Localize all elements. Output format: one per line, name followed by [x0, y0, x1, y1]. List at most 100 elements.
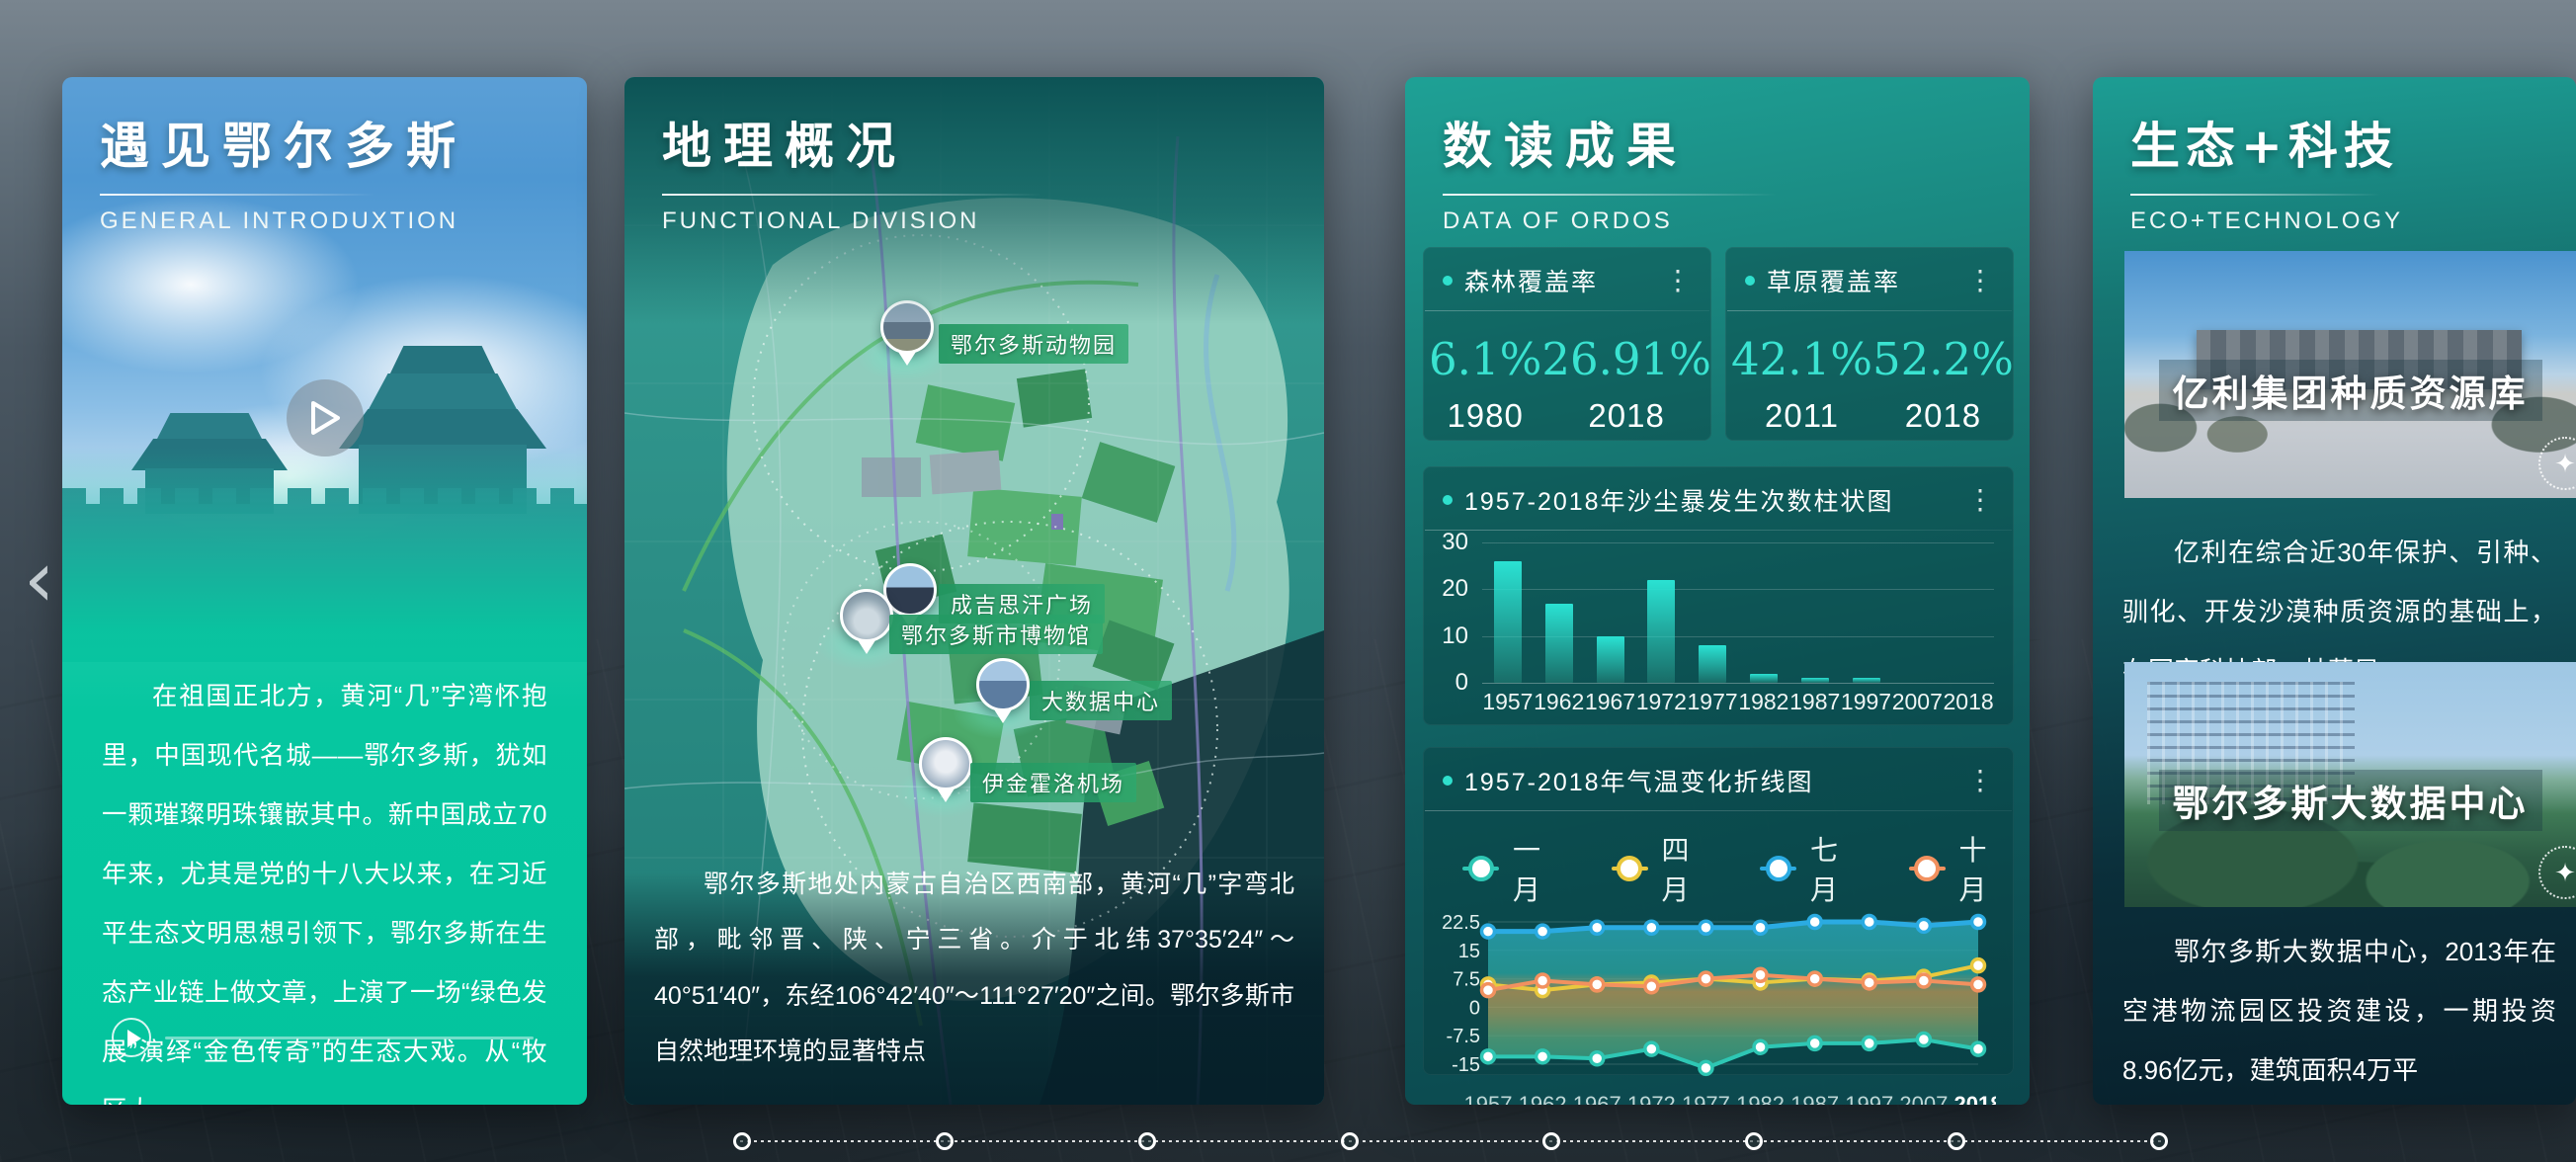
bar — [1801, 678, 1829, 683]
legend-marker — [1462, 867, 1499, 871]
compass-glyph: ✦ — [2554, 858, 2576, 888]
kebab-menu-icon[interactable]: ⋮ — [1664, 267, 1692, 294]
panel-functional-division: 鄂尔多斯动物园成吉思汗广场鄂尔多斯市博物馆大数据中心伊金霍洛机场 地理概况 FU… — [624, 77, 1324, 1105]
card-divider — [1425, 310, 1709, 311]
stat-year: 2018 — [1872, 397, 2014, 435]
map-pin-label[interactable]: 鄂尔多斯市博物馆 — [889, 615, 1103, 654]
carousel-prev-icon[interactable]: ‹ — [24, 541, 54, 619]
timeline-dot[interactable] — [1948, 1132, 1965, 1150]
legend-dot — [1914, 856, 1940, 881]
panel2-subtitle: FUNCTIONAL DIVISION — [662, 208, 1294, 235]
video-play-button[interactable] — [287, 379, 364, 456]
bar — [1699, 645, 1726, 683]
panel-general-introduction: 遇见鄂尔多斯 GENERAL INTRODUXTION 在祖国正北方，黄河“几”… — [62, 77, 587, 1105]
svg-text:1977: 1977 — [1682, 1092, 1730, 1105]
y-axis-tick: 20 — [1423, 575, 1468, 603]
timeline-pagination — [733, 1132, 2168, 1150]
stat-value-block: 42.1% 2011 — [1731, 333, 1872, 435]
y-axis-tick: 10 — [1423, 622, 1468, 650]
panel1-title: 遇见鄂尔多斯 — [100, 107, 557, 178]
card-divider — [1425, 810, 2012, 811]
bullet-dot-icon — [1443, 495, 1453, 505]
legend-item[interactable]: 四月 — [1612, 829, 1717, 908]
photo-seed-bank[interactable]: 亿利集团种质资源库 ✦ — [2124, 251, 2576, 498]
svg-text:7.5: 7.5 — [1453, 969, 1480, 991]
audio-play-button[interactable] — [112, 1018, 151, 1057]
chart-legend: 一月 四月 七月十月 — [1462, 829, 2014, 908]
stat-card-forest-coverage: 森林覆盖率 ⋮ 6.1% 1980 26.91% 2018 — [1423, 247, 1711, 441]
svg-text:1972: 1972 — [1627, 1092, 1676, 1105]
legend-marker — [1760, 867, 1796, 871]
timeline-dot[interactable] — [936, 1132, 954, 1150]
stat-value-block: 52.2% 2018 — [1872, 333, 2014, 435]
audio-progress-bar[interactable] — [165, 1037, 534, 1039]
audio-player — [112, 1018, 534, 1057]
legend-marker — [1612, 867, 1648, 871]
bar — [1545, 604, 1573, 683]
grid-line — [1482, 589, 1994, 590]
map-pin[interactable] — [919, 737, 972, 790]
bar — [1647, 580, 1675, 683]
svg-text:1982: 1982 — [1736, 1092, 1785, 1105]
grid-line — [1482, 542, 1994, 543]
grid-line — [1482, 683, 1994, 684]
timeline-dot[interactable] — [1745, 1132, 1763, 1150]
legend-item[interactable]: 一月 — [1462, 829, 1568, 908]
legend-item[interactable]: 七月 — [1760, 829, 1866, 908]
legend-label: 四月 — [1662, 829, 1717, 908]
svg-text:1997: 1997 — [1845, 1092, 1893, 1105]
map-pin-label[interactable]: 大数据中心 — [1030, 681, 1172, 720]
x-axis-tick: 1962 — [1534, 689, 1585, 715]
stat-card-grassland-coverage: 草原覆盖率 ⋮ 42.1% 2011 52.2% 2018 — [1725, 247, 2014, 441]
y-axis-tick: 30 — [1423, 529, 1468, 556]
timeline-dot[interactable] — [1138, 1132, 1156, 1150]
svg-text:2018: 2018 — [1954, 1092, 1996, 1105]
svg-text:15: 15 — [1458, 941, 1480, 962]
svg-text:1962: 1962 — [1519, 1092, 1567, 1105]
legend-dot — [1766, 856, 1791, 881]
data-center-paragraph: 鄂尔多斯大数据中心，2013年在空港物流园区投资建设，一期投资8.96亿元，建筑… — [2122, 923, 2556, 1100]
legend-dot — [1617, 856, 1642, 881]
svg-text:2007: 2007 — [1899, 1092, 1948, 1105]
kebab-menu-icon[interactable]: ⋮ — [1966, 486, 1994, 514]
timeline-dot[interactable] — [1542, 1132, 1560, 1150]
svg-text:22.5: 22.5 — [1442, 912, 1480, 934]
panel1-subtitle: GENERAL INTRODUXTION — [100, 208, 557, 235]
panel-eco-technology: 生态+科技 ECO+TECHNOLOGY 亿利集团种质资源库 ✦ 亿利在综合近3… — [2093, 77, 2576, 1105]
bar — [1750, 674, 1778, 683]
panel3-subtitle: DATA OF ORDOS — [1443, 208, 2000, 235]
stat-value: 52.2% — [1872, 333, 2014, 385]
bar-chart-card: 1957-2018年沙尘暴发生次数柱状图 ⋮ 01020301957196219… — [1423, 466, 2014, 725]
stat-card-title: 森林覆盖率 — [1464, 263, 1598, 298]
line-chart: 22.5157.50-7.5-1519571962196719721977198… — [1437, 908, 1996, 1105]
legend-item[interactable]: 十月 — [1909, 829, 2015, 908]
line-chart-title: 1957-2018年气温变化折线图 — [1464, 763, 1814, 798]
legend-label: 七月 — [1810, 829, 1866, 908]
card-divider — [1727, 310, 2012, 311]
photo-big-data-center[interactable]: 鄂尔多斯大数据中心 ✦ — [2124, 662, 2576, 907]
card-divider — [1425, 530, 2012, 531]
stat-year: 1980 — [1429, 397, 1541, 435]
stat-card-title: 草原覆盖率 — [1767, 263, 1900, 298]
compass-glyph: ✦ — [2554, 449, 2576, 479]
svg-text:-7.5: -7.5 — [1447, 1026, 1480, 1047]
kebab-menu-icon[interactable]: ⋮ — [1966, 267, 1994, 294]
timeline-dot[interactable] — [2150, 1132, 2168, 1150]
legend-dot — [1468, 856, 1494, 881]
stat-value: 42.1% — [1731, 333, 1872, 385]
map-pin[interactable] — [840, 589, 893, 642]
map-pin-label[interactable]: 伊金霍洛机场 — [970, 763, 1136, 802]
map-pin[interactable] — [976, 658, 1030, 711]
svg-text:-15: -15 — [1452, 1054, 1480, 1076]
x-axis-tick: 1977 — [1687, 689, 1738, 715]
photo-caption: 亿利集团种质资源库 — [2159, 360, 2542, 421]
map-pin[interactable] — [880, 300, 934, 354]
bullet-dot-icon — [1443, 276, 1453, 286]
map-pin-label[interactable]: 鄂尔多斯动物园 — [939, 324, 1128, 364]
timeline-dot[interactable] — [733, 1132, 751, 1150]
geography-paragraph: 鄂尔多斯地处内蒙古自治区西南部，黄河“几”字弯北部，毗邻晋、陕、宁三省。介于北纬… — [654, 857, 1294, 1079]
kebab-menu-icon[interactable]: ⋮ — [1966, 767, 1994, 794]
panel4-title: 生态+科技 — [2130, 107, 2546, 178]
timeline-dot[interactable] — [1341, 1132, 1359, 1150]
panel2-title: 地理概况 — [662, 107, 1294, 178]
